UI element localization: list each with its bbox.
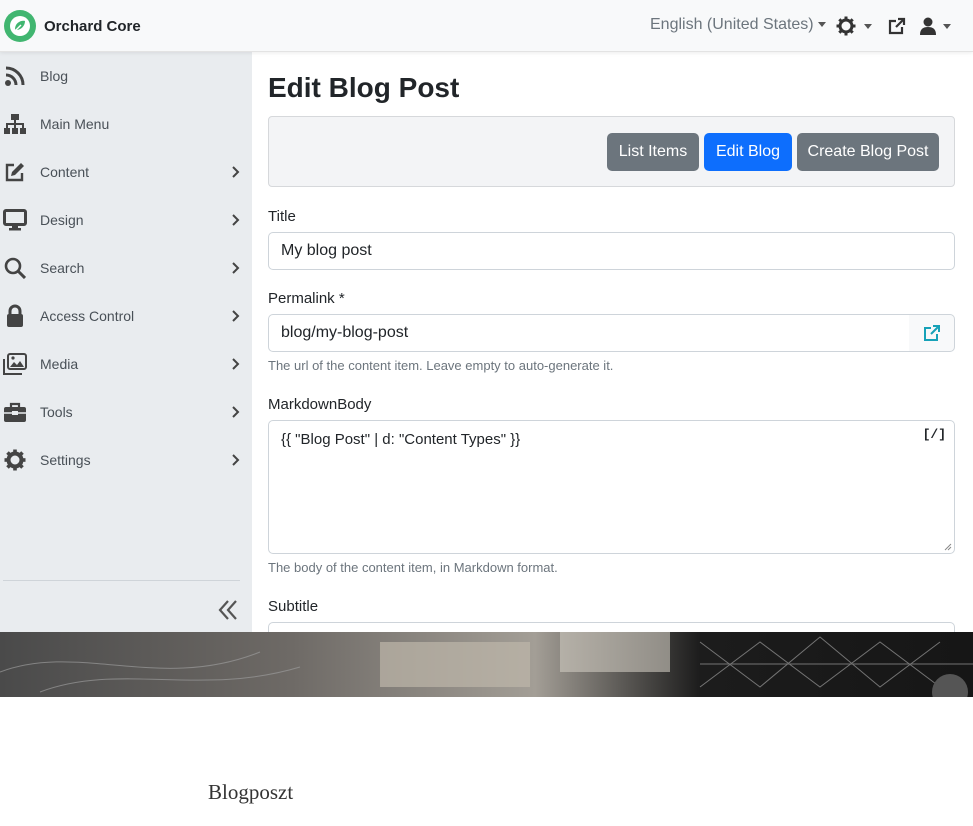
sidebar-divider [3,580,240,581]
create-blog-post-button[interactable]: Create Blog Post [797,133,939,171]
sidebar-item-design[interactable]: Design [0,196,252,244]
sidebar-item-media[interactable]: Media [0,340,252,388]
sidebar-item-label: Search [40,260,85,276]
markdown-body-value: {{ "Blog Post" | d: "Content Types" }} [281,431,521,448]
sidebar-item-settings[interactable]: Settings [0,436,252,484]
sidebar-item-label: Access Control [40,308,135,324]
chevron-right-icon [232,406,240,418]
sidebar-item-content[interactable]: Content [0,148,252,196]
sidebar-item-tools[interactable]: Tools [0,388,252,436]
open-permalink-button[interactable] [909,314,955,352]
theme-gear-icon [836,16,856,36]
chevron-right-icon [232,214,240,226]
chevron-right-icon [232,310,240,322]
language-selector[interactable]: English (United States) [650,16,826,34]
subtitle-label: Subtitle [268,598,319,615]
permalink-label: Permalink * [268,290,345,307]
search-icon [3,256,27,280]
rss-icon [3,64,27,88]
toolbox-icon [3,400,27,424]
edit-blog-button[interactable]: Edit Blog [704,133,792,171]
sidebar-item-main-menu[interactable]: Main Menu [0,100,252,148]
chevron-down-icon [817,22,826,28]
chevron-down-icon [943,23,951,29]
gear-icon [3,448,27,472]
top-navbar: Orchard Core English (United States) [0,0,973,52]
external-link-icon [888,17,906,35]
images-icon [3,352,27,376]
sidebar-item-label: Settings [40,452,91,468]
external-link-icon [923,325,940,341]
lock-icon [3,304,27,328]
chevron-right-icon [232,454,240,466]
visit-site-button[interactable] [888,16,906,36]
chevron-right-icon [232,358,240,370]
sidebar-item-search[interactable]: Search [0,244,252,292]
permalink-hint: The url of the content item. Leave empty… [268,358,614,373]
brand-name: Orchard Core [44,17,141,35]
language-label: English (United States) [650,16,814,33]
main-content: Edit Blog Post List Items Edit Blog Crea… [252,52,973,632]
admin-sidebar: Blog Main Menu Content Design Search Acc… [0,52,252,632]
sidebar-item-label: Main Menu [40,116,110,132]
orchard-logo-icon [4,10,36,42]
sitemap-icon [3,112,27,136]
markdown-body-hint: The body of the content item, in Markdow… [268,560,558,575]
markdown-body-editor[interactable]: {{ "Blog Post" | d: "Content Types" }} [… [268,420,955,554]
sidebar-item-label: Design [40,212,84,228]
user-icon [920,17,936,35]
theme-toggle-button[interactable] [836,16,872,36]
sidebar-item-access-control[interactable]: Access Control [0,292,252,340]
markdown-body-label: MarkdownBody [268,396,372,413]
action-bar: List Items Edit Blog Create Blog Post [268,116,955,187]
sidebar-item-label: Content [40,164,90,180]
sidebar-item-label: Media [40,356,79,372]
chevron-right-icon [232,166,240,178]
double-chevron-left-icon[interactable] [216,598,240,622]
user-menu-button[interactable] [919,16,951,36]
resize-handle-icon[interactable] [944,543,952,551]
edit-icon [3,160,27,184]
header-banner-image [0,632,973,697]
title-input[interactable]: My blog post [268,232,955,270]
title-label: Title [268,208,296,225]
subtitle-input[interactable] [268,622,955,632]
list-items-button[interactable]: List Items [607,133,699,171]
page-title: Edit Blog Post [268,72,460,103]
sidebar-item-label: Tools [40,404,73,420]
desktop-icon [3,208,27,232]
chevron-down-icon [864,23,872,29]
markdown-toggle-button[interactable]: [/] [923,427,946,442]
sidebar-item-label: Blog [40,68,69,84]
chevron-right-icon [232,262,240,274]
blog-section-heading: Blogposzt [208,780,294,804]
brand[interactable]: Orchard Core [4,10,141,42]
sidebar-item-blog[interactable]: Blog [0,52,252,100]
permalink-input[interactable]: blog/my-blog-post [268,314,910,352]
